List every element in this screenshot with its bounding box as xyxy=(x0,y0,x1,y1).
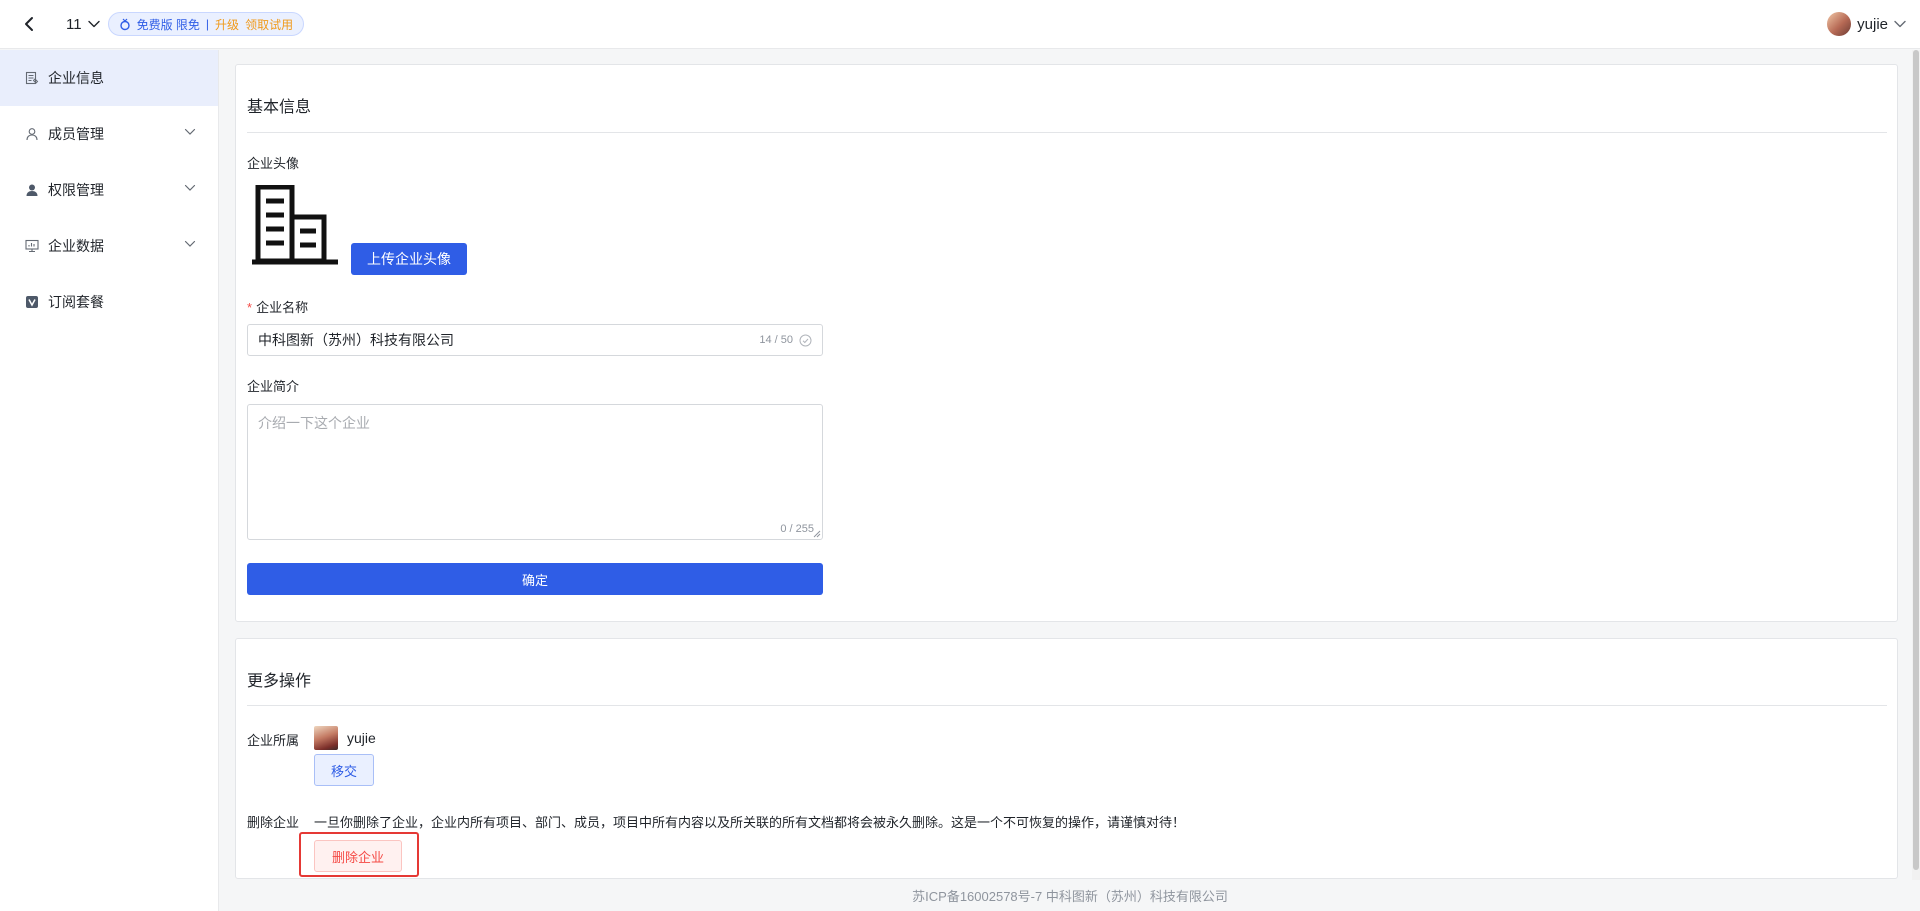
back-button[interactable] xyxy=(18,13,40,35)
ring-icon xyxy=(119,18,130,31)
intro-char-counter: 0 / 255 xyxy=(780,523,814,535)
section-title: 更多操作 xyxy=(247,673,312,690)
sidebar-item-members[interactable]: 成员管理 xyxy=(0,106,218,162)
company-name-field[interactable]: 14 / 50 xyxy=(247,324,823,356)
section-title: 基本信息 xyxy=(247,99,312,116)
scrollbar-thumb[interactable] xyxy=(1913,50,1919,870)
confirm-button[interactable]: 确定 xyxy=(247,563,823,595)
chevron-down-icon xyxy=(1894,20,1906,28)
avatar xyxy=(314,726,338,750)
company-name-label: * 企业名称 xyxy=(247,297,308,316)
company-intro-field[interactable]: 0 / 255 xyxy=(247,404,823,540)
chevron-down-icon xyxy=(184,184,196,191)
user-icon xyxy=(24,126,40,142)
sidebar-item-company-info[interactable]: 企业信息 xyxy=(0,50,218,106)
check-circle-icon xyxy=(799,334,812,346)
basic-info-card: 基本信息 企业头像 上传企业头像 *企业名称 14 / 50 企业简介 0 / … xyxy=(235,64,1898,622)
delete-company-label: 删除企业 xyxy=(247,815,300,830)
org-switcher[interactable]: 11 xyxy=(66,16,100,33)
upgrade-link[interactable]: 升级 xyxy=(215,16,239,33)
company-intro-textarea[interactable] xyxy=(248,405,822,539)
sidebar-item-subscription[interactable]: 订阅套餐 xyxy=(0,274,218,330)
sidebar-item-company-data[interactable]: 企业数据 xyxy=(0,218,218,274)
more-operations-card: 更多操作 企业所属 yujie 移交 删除企业 一旦你删除了企业，企业内所有项目… xyxy=(235,638,1898,879)
chevron-down-icon xyxy=(184,240,196,247)
plan-separator: | xyxy=(205,17,210,31)
company-name-label-text: 企业名称 xyxy=(256,300,309,315)
trial-link[interactable]: 领取试用 xyxy=(245,16,293,33)
name-char-counter: 14 / 50 xyxy=(759,334,793,346)
divider xyxy=(247,132,1887,133)
delete-company-button[interactable]: 删除企业 xyxy=(314,840,402,872)
icp-text: 苏ICP备16002578号-7 中科图新（苏州）科技有限公司 xyxy=(912,889,1228,904)
sidebar: 企业信息 成员管理 权限管理 企业数据 订阅套餐 xyxy=(0,50,219,911)
plan-badge[interactable]: 免费版 限免 | 升级 领取试用 xyxy=(107,12,305,36)
plan-free-text: 免费版 限免 xyxy=(136,17,200,32)
company-name-input[interactable] xyxy=(258,332,760,348)
subscription-icon xyxy=(24,294,40,310)
resize-grip-icon[interactable] xyxy=(813,530,821,538)
top-bar: 11 免费版 限免 | 升级 领取试用 yujie xyxy=(0,0,1920,49)
person-filled-icon xyxy=(24,182,40,198)
sidebar-item-permissions[interactable]: 权限管理 xyxy=(0,162,218,218)
required-mark: * xyxy=(247,300,253,315)
chevron-down-icon xyxy=(184,128,196,135)
owner-name: yujie xyxy=(347,730,376,746)
user-menu[interactable]: yujie xyxy=(1827,12,1906,36)
divider xyxy=(247,705,1887,706)
sidebar-item-label: 企业信息 xyxy=(48,70,104,86)
company-info-icon xyxy=(24,70,40,86)
owner-label: 企业所属 xyxy=(247,733,300,748)
avatar xyxy=(1827,12,1852,36)
user-name: yujie xyxy=(1857,15,1888,33)
sidebar-item-label: 权限管理 xyxy=(48,182,104,198)
company-intro-label: 企业简介 xyxy=(247,379,300,394)
footer: 苏ICP备16002578号-7 中科图新（苏州）科技有限公司 xyxy=(220,880,1920,911)
scrollbar[interactable] xyxy=(1912,50,1920,880)
sidebar-item-label: 成员管理 xyxy=(48,126,104,142)
sidebar-item-label: 订阅套餐 xyxy=(48,294,104,310)
upload-avatar-button[interactable]: 上传企业头像 xyxy=(351,243,467,275)
monitor-icon xyxy=(24,238,40,254)
org-number: 11 xyxy=(66,15,82,33)
chevron-down-icon xyxy=(87,20,100,28)
avatar-label: 企业头像 xyxy=(247,156,300,171)
transfer-button[interactable]: 移交 xyxy=(314,754,374,786)
sidebar-item-label: 企业数据 xyxy=(48,238,104,254)
chevron-left-icon xyxy=(25,17,33,31)
delete-warning-text: 一旦你删除了企业，企业内所有项目、部门、成员，项目中所有内容以及所关联的所有文档… xyxy=(314,815,1186,830)
building-icon xyxy=(252,185,338,265)
